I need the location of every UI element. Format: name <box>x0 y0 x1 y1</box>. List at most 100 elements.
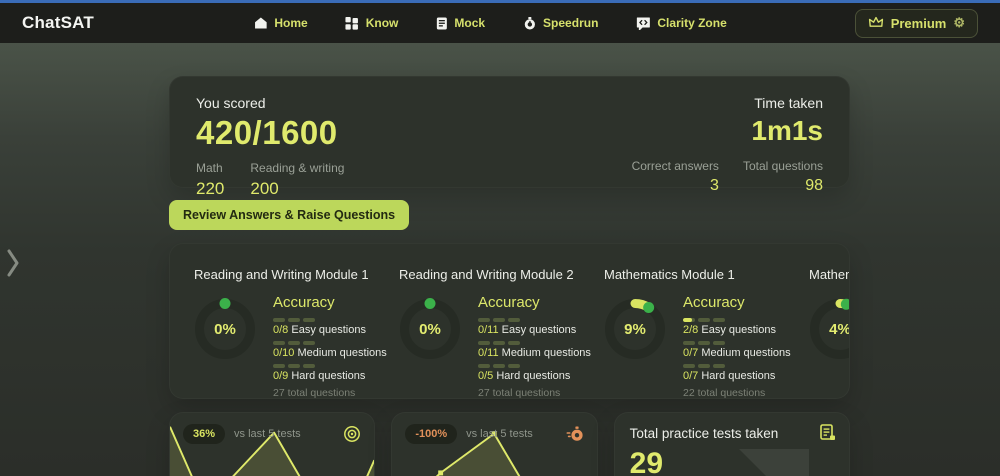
hard-label: Hard questions <box>496 370 571 382</box>
time-taken-value: 1m1s <box>751 115 823 146</box>
total-score: 420/1600 <box>196 114 338 151</box>
total-questions-note: 27 total questions <box>273 387 356 399</box>
nav-item-label: Know <box>365 16 399 30</box>
score-right: Time taken 1m1s Correct answers 3 Total … <box>632 95 823 194</box>
time-trend-card: -100% vs last 5 tests <box>391 412 598 476</box>
trend-badge: 36% <box>183 424 226 444</box>
time-taken-heading: Time taken <box>754 95 823 111</box>
hard-label: Hard questions <box>291 370 366 382</box>
easy-label: Easy questions <box>501 324 577 336</box>
premium-button[interactable]: Premium ⚙ <box>854 8 978 38</box>
nav-item-mock[interactable]: Mock <box>436 16 485 30</box>
accuracy-donut-chart: 0% <box>399 298 461 360</box>
total-tests-title: Total practice tests taken <box>629 426 779 441</box>
score-summary-card: You scored 420/1600 Math 220 Reading & w… <box>169 76 850 198</box>
module-title: Mathematics Module 2 <box>809 267 849 282</box>
correct-answers-value: 3 <box>710 177 719 194</box>
nav-item-clarity-zone[interactable]: Clarity Zone <box>636 16 727 30</box>
math-label: Math <box>196 161 223 175</box>
module-body: 0% Accuracy 0/11 Easy questions 0/11 Med… <box>399 294 604 399</box>
chat-code-icon <box>636 17 650 30</box>
hard-stat-row: 0/5 Hard questions <box>478 364 591 382</box>
medium-fraction: 0/10 <box>273 347 295 359</box>
reading-writing-score: Reading & writing 200 <box>250 161 344 199</box>
nav-item-home[interactable]: Home <box>254 16 308 30</box>
total-questions-note: 22 total questions <box>683 387 766 399</box>
hard-label: Hard questions <box>701 370 776 382</box>
grid-icon <box>345 16 359 30</box>
premium-label: Premium <box>890 15 947 31</box>
easy-fraction: 2/8 <box>683 324 699 336</box>
module-math2-clipped: Mathematics Module 2 4% <box>809 267 849 398</box>
accuracy-donut-chart: 4% <box>809 298 849 360</box>
total-questions-label: Total questions <box>742 159 823 173</box>
total-tests-value: 29 <box>629 447 664 476</box>
home-icon <box>254 17 267 29</box>
easy-stat-row: 0/8 Easy questions <box>273 318 387 336</box>
hard-fraction: 0/7 <box>683 370 699 382</box>
accuracy-percent: 0% <box>214 320 236 338</box>
module-body: 0% Accuracy 0/8 Easy questions 0/10 Medi… <box>194 294 399 399</box>
hard-progress-dashes <box>683 364 791 368</box>
nav-item-label: Speedrun <box>543 16 599 30</box>
total-questions-value: 98 <box>805 177 823 194</box>
easy-label: Easy questions <box>701 324 776 336</box>
chevron-right-icon <box>6 248 20 283</box>
trend-label: vs last 5 tests <box>234 428 301 440</box>
medium-progress-dashes <box>683 341 791 345</box>
score-trend-card: 36% vs last 5 tests <box>169 412 376 476</box>
module-stats: Accuracy 0/11 Easy questions 0/11 Medium… <box>478 294 591 399</box>
question-totals: Correct answers 3 Total questions 98 <box>632 159 823 195</box>
easy-progress-dashes <box>478 318 591 322</box>
nav-items: Home Know Mock Speedrun Clarity Zone <box>254 16 727 30</box>
score-left: You scored 420/1600 Math 220 Reading & w… <box>196 95 344 198</box>
total-questions-note: 27 total questions <box>478 387 561 399</box>
trend-badge: -100% <box>405 424 458 444</box>
module-rw1: Reading and Writing Module 1 0% Accuracy… <box>194 267 399 398</box>
nav-item-label: Mock <box>454 16 486 30</box>
module-body: 4% <box>809 294 849 360</box>
reading-writing-value: 200 <box>250 179 279 198</box>
stopwatch-icon <box>523 16 536 30</box>
module-stats: Accuracy 2/8 Easy questions 0/7 Medium q… <box>683 294 791 399</box>
module-body: 9% Accuracy 2/8 Easy questions 0/7 Mediu… <box>604 294 809 399</box>
modules-accuracy-card[interactable]: Reading and Writing Module 1 0% Accuracy… <box>169 243 850 399</box>
accuracy-heading: Accuracy <box>273 294 335 311</box>
math-score: Math 220 <box>196 161 224 199</box>
accuracy-percent: 0% <box>419 320 441 338</box>
trend-label: vs last 5 tests <box>466 428 533 440</box>
hard-progress-dashes <box>478 364 591 368</box>
nav-item-know[interactable]: Know <box>345 16 399 30</box>
accuracy-percent: 9% <box>624 320 646 338</box>
easy-stat-row: 2/8 Easy questions <box>683 318 791 336</box>
correct-answers: Correct answers 3 <box>632 159 719 195</box>
total-questions: Total questions 98 <box>743 159 823 195</box>
accuracy-donut-chart: 0% <box>194 298 256 360</box>
easy-fraction: 0/11 <box>478 324 499 336</box>
accuracy-heading: Accuracy <box>478 294 540 311</box>
card-header: 36% vs last 5 tests <box>170 413 374 444</box>
hard-stat-row: 0/9 Hard questions <box>273 364 387 382</box>
medium-stat-row: 0/11 Medium questions <box>478 341 591 359</box>
sidebar-expand-handle[interactable] <box>6 248 30 282</box>
module-title: Mathematics Module 1 <box>604 267 735 282</box>
easy-progress-dashes <box>273 318 387 322</box>
medium-label: Medium questions <box>297 347 387 359</box>
score-heading: You scored <box>196 95 266 111</box>
bottom-stats-row: 36% vs last 5 tests -100% vs last 5 test… <box>169 412 850 476</box>
medium-fraction: 0/7 <box>683 347 699 359</box>
stopwatch-orange-icon <box>565 426 584 443</box>
document-icon <box>436 17 447 30</box>
hard-stat-row: 0/7 Hard questions <box>683 364 791 382</box>
app-logo: ChatSAT <box>22 13 94 32</box>
reading-writing-label: Reading & writing <box>250 161 345 175</box>
review-answers-button[interactable]: Review Answers & Raise Questions <box>169 200 410 230</box>
hard-fraction: 0/5 <box>478 370 494 382</box>
module-stats: Accuracy 0/8 Easy questions 0/10 Medium … <box>273 294 387 399</box>
nav-item-speedrun[interactable]: Speedrun <box>523 16 598 30</box>
easy-fraction: 0/8 <box>273 324 289 336</box>
gear-icon[interactable]: ⚙ <box>953 15 965 31</box>
medium-progress-dashes <box>273 341 387 345</box>
module-title: Reading and Writing Module 1 <box>194 267 369 282</box>
total-tests-card: Total practice tests taken 29 <box>613 412 850 476</box>
